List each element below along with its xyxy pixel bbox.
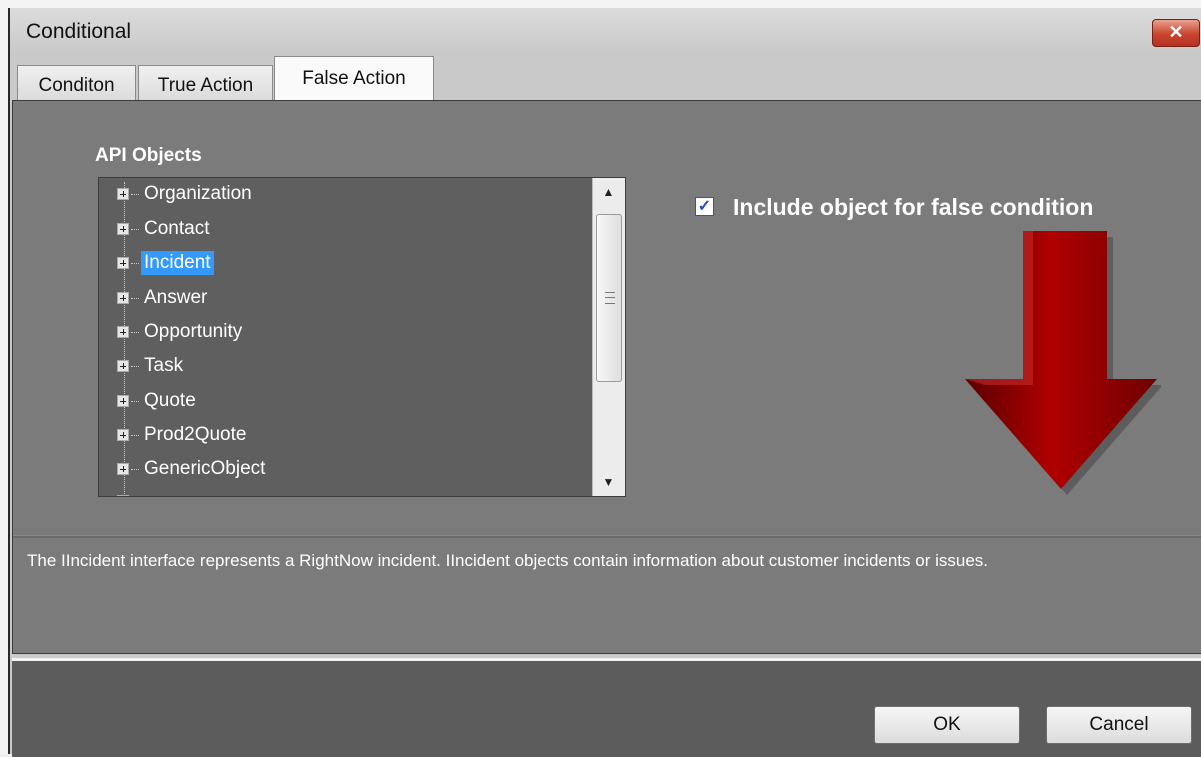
include-object-checkbox[interactable]: ✓ <box>695 197 714 216</box>
conditional-dialog: Conditional ✕ Conditon True Action False… <box>8 8 1201 757</box>
panel-divider <box>13 535 1201 538</box>
screen-edge-top <box>0 0 1201 8</box>
false-action-panel: API Objects Organization Contact Inciden… <box>12 100 1201 654</box>
down-arrow-icon <box>965 231 1161 495</box>
tree-item-genericobject[interactable]: GenericObject <box>117 455 268 483</box>
tree-item-partial <box>117 487 129 496</box>
tree-item-label: GenericObject <box>144 458 266 479</box>
expand-icon[interactable] <box>117 257 129 269</box>
api-objects-label: API Objects <box>95 145 202 166</box>
expand-icon[interactable] <box>117 395 129 407</box>
expand-icon[interactable] <box>117 292 129 304</box>
tree-item-label: Task <box>144 355 184 376</box>
expand-icon[interactable] <box>117 429 129 441</box>
expand-icon[interactable] <box>117 223 129 235</box>
tree-item-label: Answer <box>144 287 208 308</box>
button-bar: OK Cancel <box>12 658 1201 757</box>
tree-item-label: Opportunity <box>144 321 243 342</box>
tab-condition[interactable]: Conditon <box>17 65 136 105</box>
tree-item-organization[interactable]: Organization <box>117 180 255 208</box>
tree-item-label: Incident <box>141 251 214 275</box>
tree-item-opportunity[interactable]: Opportunity <box>117 318 245 346</box>
expand-icon[interactable] <box>117 463 129 475</box>
tree-item-contact[interactable]: Contact <box>117 215 212 243</box>
expand-icon[interactable] <box>117 326 129 338</box>
checkmark-icon: ✓ <box>697 198 712 215</box>
api-objects-tree[interactable]: Organization Contact Incident Answer Opp… <box>98 177 626 497</box>
tree-item-label: Organization <box>144 183 252 204</box>
expand-icon[interactable] <box>117 360 129 372</box>
close-button[interactable]: ✕ <box>1152 19 1200 47</box>
tab-true-action[interactable]: True Action <box>138 65 273 105</box>
tree-item-label: Prod2Quote <box>144 424 247 445</box>
title-bar[interactable]: Conditional ✕ <box>10 8 1201 56</box>
scroll-down-arrow-icon[interactable]: ▼ <box>593 468 624 496</box>
object-description: The IIncident interface represents a Rig… <box>27 551 989 570</box>
close-icon: ✕ <box>1168 22 1184 42</box>
tree-item-quote[interactable]: Quote <box>117 387 199 415</box>
tree-item-task[interactable]: Task <box>117 352 186 380</box>
include-object-label[interactable]: Include object for false condition <box>733 191 1113 223</box>
tree-item-label: Quote <box>144 390 196 411</box>
tree-scrollbar[interactable]: ▲ ▼ <box>592 178 625 496</box>
tree-item-incident[interactable]: Incident <box>117 249 214 277</box>
screen-edge-left <box>0 0 8 754</box>
ok-button[interactable]: OK <box>874 706 1020 744</box>
cancel-button[interactable]: Cancel <box>1046 706 1192 744</box>
expand-icon <box>117 495 129 496</box>
tree-item-answer[interactable]: Answer <box>117 284 210 312</box>
expand-icon[interactable] <box>117 188 129 200</box>
tree-item-prod2quote[interactable]: Prod2Quote <box>117 421 249 449</box>
scroll-thumb[interactable] <box>596 214 622 382</box>
grip-icon <box>605 292 615 304</box>
tree-item-label: Contact <box>144 218 210 239</box>
window-title: Conditional <box>26 20 132 43</box>
scroll-up-arrow-icon[interactable]: ▲ <box>593 178 624 206</box>
